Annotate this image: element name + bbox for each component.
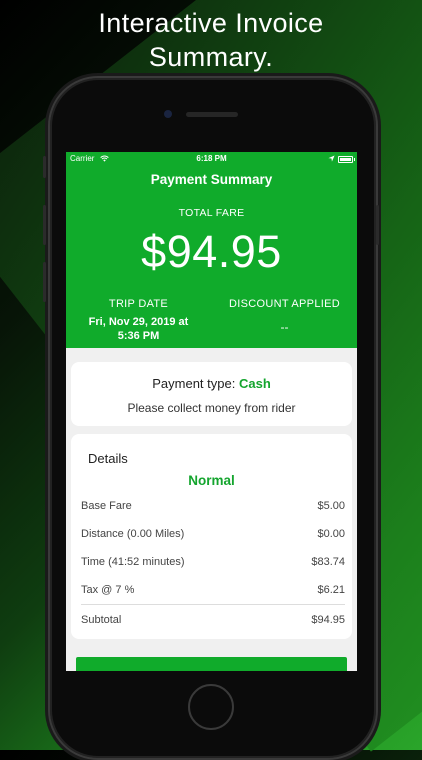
fare-row-time: Time (41:52 minutes) $83.74 [81,548,345,576]
phone-volume-down [43,262,46,302]
fare-row-value: $0.00 [317,528,345,540]
trip-date-value: Fri, Nov 29, 2019 at 5:36 PM [66,315,211,343]
phone-mute-switch [43,156,46,178]
home-button[interactable] [188,684,234,730]
fare-row-label: Time (41:52 minutes) [81,556,185,568]
trip-date-line-2: 5:36 PM [117,330,160,342]
battery-icon [338,156,353,163]
promo-line-2: Summary. [148,42,274,72]
fare-row-label: Distance (0.00 Miles) [81,528,185,540]
fare-row-label: Subtotal [81,614,122,626]
fare-row-label: Base Fare [81,500,132,512]
details-card: Details Normal Base Fare $5.00 Distance … [71,434,352,639]
fare-breakdown: Base Fare $5.00 Distance (0.00 Miles) $0… [81,492,345,635]
status-time: 6:18 PM [196,154,227,163]
fare-row-value: $5.00 [317,500,345,512]
earpiece-speaker [186,112,238,117]
payment-type-label: Payment type: [152,376,236,391]
total-fare-amount: $94.95 [141,226,282,277]
trip-date-label: TRIP DATE [108,298,169,310]
fare-row-value: $94.95 [311,614,345,626]
promo-line-1: Interactive Invoice [98,8,324,38]
trip-date-block: TRIP DATE Fri, Nov 29, 2019 at 5:36 PM [66,298,211,343]
front-camera [164,110,172,118]
payment-type-card: Payment type: Cash Please collect money … [71,362,352,426]
discount-value: -- [280,320,289,334]
fare-row-base-fare: Base Fare $5.00 [81,492,345,520]
fare-row-subtotal: Subtotal $94.95 [81,604,345,635]
total-fare-label: TOTAL FARE [178,207,245,219]
payment-note: Please collect money from rider [127,401,296,415]
collect-payment-button[interactable] [76,657,347,671]
app-screen: Carrier 6:18 PM Payment Summary TOTAL FA… [66,152,357,671]
promo-caption: Interactive Invoice Summary. [0,6,422,74]
fare-row-value: $6.21 [317,584,345,596]
fare-row-label: Tax @ 7 % [81,584,135,596]
fare-row-tax: Tax @ 7 % $6.21 [81,576,345,604]
phone-power-button [376,205,379,245]
payment-header: Carrier 6:18 PM Payment Summary TOTAL FA… [66,152,357,348]
trip-date-line-1: Fri, Nov 29, 2019 at [88,316,189,328]
battery-tip [354,158,355,161]
page-title: Payment Summary [150,172,273,187]
fare-row-distance: Distance (0.00 Miles) $0.00 [81,520,345,548]
phone-volume-up [43,205,46,245]
discount-label: DISCOUNT APPLIED [229,298,340,310]
fare-mode: Normal [188,473,235,488]
status-bar: Carrier 6:18 PM [66,152,357,166]
details-heading: Details [88,451,128,466]
payment-type-value: Cash [238,376,271,391]
fare-row-value: $83.74 [311,556,345,568]
location-arrow-icon [328,155,335,162]
discount-block: DISCOUNT APPLIED -- [212,298,357,334]
payment-type: Payment type: Cash [71,376,352,391]
